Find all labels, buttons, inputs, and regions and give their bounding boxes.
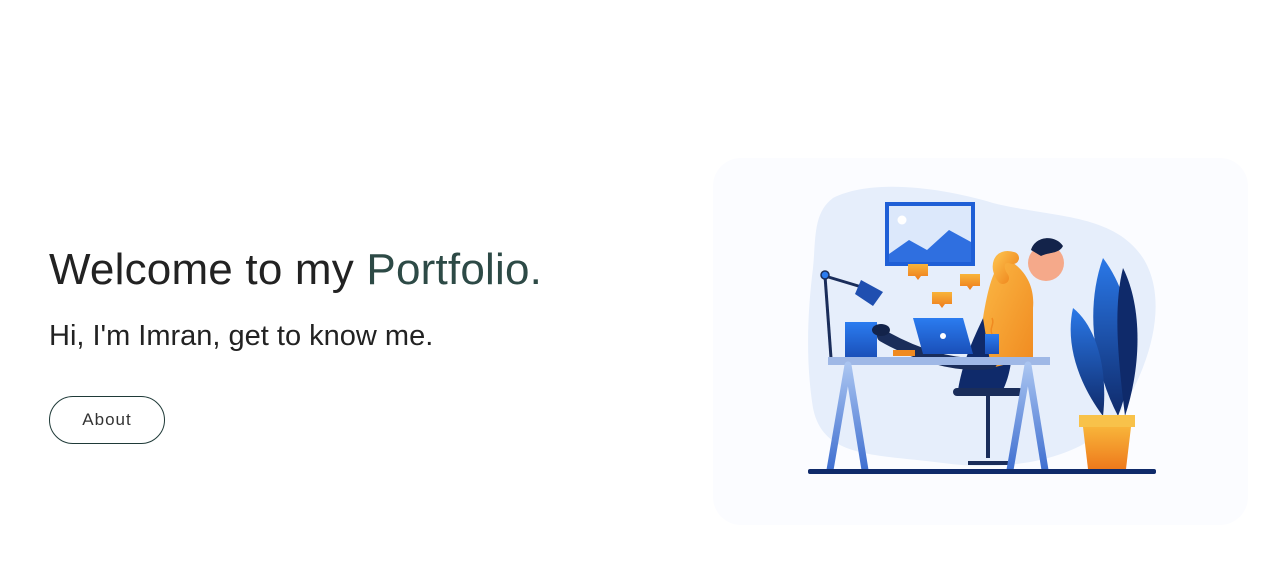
- welcome-accent: Portfolio.: [366, 245, 543, 294]
- hero-text: Welcome to my Portfolio. Hi, I'm Imran, …: [49, 240, 669, 356]
- welcome-prefix: Welcome to my: [49, 245, 367, 294]
- workspace-illustration-icon: [808, 186, 1156, 474]
- hero-illustration: [713, 158, 1248, 525]
- welcome-heading: Welcome to my Portfolio.: [49, 240, 669, 300]
- about-button[interactable]: About: [49, 396, 165, 444]
- tagline: Hi, I'm Imran, get to know me.: [49, 320, 434, 352]
- page: Welcome to my Portfolio. Hi, I'm Imran, …: [0, 0, 1280, 572]
